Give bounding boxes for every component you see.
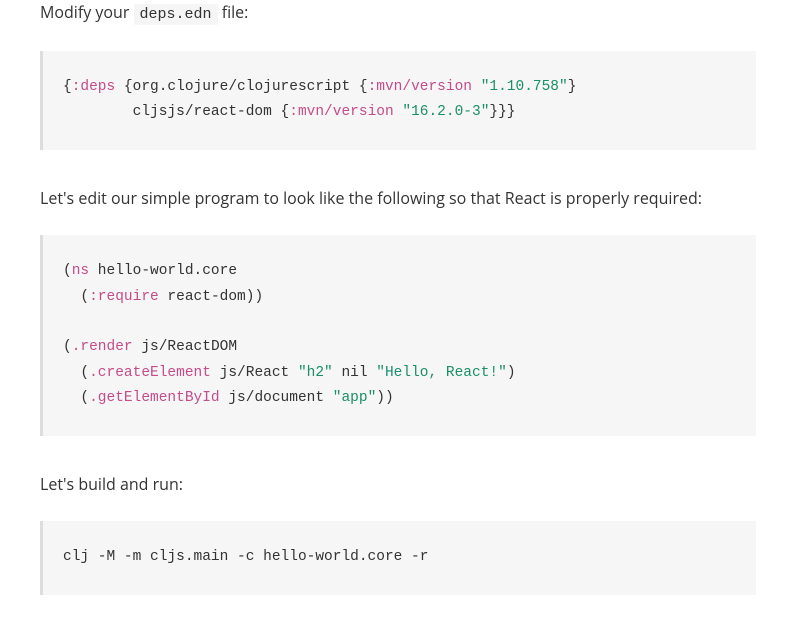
code-token: clj -M -m cljs.main -c hello-world.core … bbox=[63, 549, 428, 565]
code-token: {org.clojure/clojurescript { bbox=[115, 79, 367, 95]
code-token: "app" bbox=[333, 390, 377, 406]
code-block-deps-edn[interactable]: {:deps {org.clojure/clojurescript {:mvn/… bbox=[40, 51, 756, 150]
code-token: :mvn/version bbox=[368, 79, 472, 95]
code-token: .createElement bbox=[89, 365, 211, 381]
code-token: :mvn/version bbox=[289, 104, 393, 120]
inline-code-deps-edn: deps.edn bbox=[134, 4, 218, 25]
text: Modify your bbox=[40, 1, 134, 23]
code-token: .getElementById bbox=[89, 390, 220, 406]
code-token: js/document bbox=[220, 390, 333, 406]
code-token: "16.2.0-3" bbox=[402, 104, 489, 120]
paragraph-edit-program: Let's edit our simple program to look li… bbox=[40, 186, 756, 212]
code-block-hello-world[interactable]: (ns hello-world.core (:require react-dom… bbox=[40, 235, 756, 435]
code-block-clj-command[interactable]: clj -M -m cljs.main -c hello-world.core … bbox=[40, 521, 756, 594]
code-token: "1.10.758" bbox=[481, 79, 568, 95]
code-token: )) bbox=[376, 390, 393, 406]
code-token: .render bbox=[72, 339, 133, 355]
code-token: :require bbox=[89, 289, 159, 305]
paragraph-modify-deps: Modify your deps.edn file: bbox=[40, 0, 756, 27]
code-token: "Hello, React!" bbox=[376, 365, 507, 381]
code-token: js/React bbox=[211, 365, 298, 381]
code-token: ns bbox=[72, 263, 89, 279]
code-token: ( bbox=[63, 263, 72, 279]
code-token: "h2" bbox=[298, 365, 333, 381]
code-token: nil bbox=[333, 365, 377, 381]
code-token: :deps bbox=[72, 79, 116, 95]
code-token: }}} bbox=[489, 104, 515, 120]
code-token bbox=[472, 79, 481, 95]
paragraph-build-run: Let's build and run: bbox=[40, 472, 756, 498]
text: file: bbox=[218, 1, 249, 23]
code-token: { bbox=[63, 79, 72, 95]
